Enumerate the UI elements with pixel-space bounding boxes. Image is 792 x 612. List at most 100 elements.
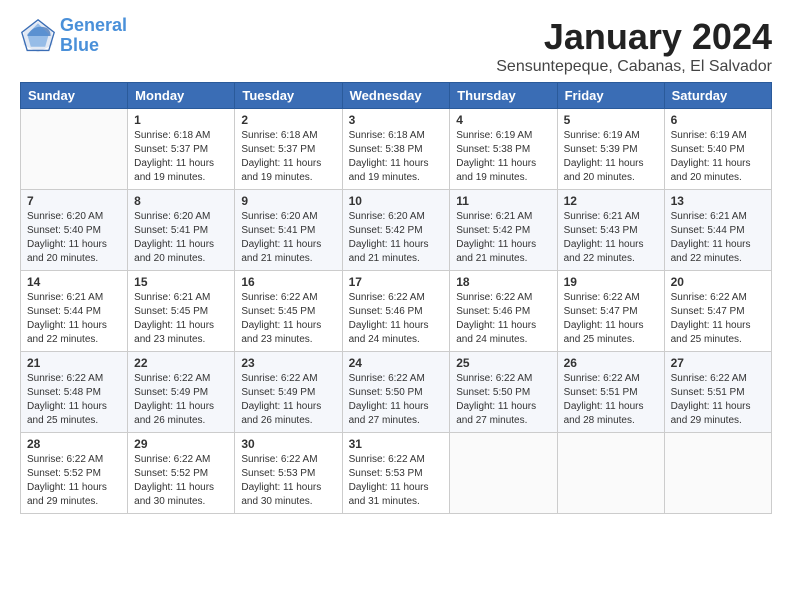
- page-header: General Blue January 2024 Sensuntepeque,…: [20, 16, 772, 76]
- day-number: 25: [456, 356, 550, 370]
- daylight-text: Daylight: 11 hours and 21 minutes.: [456, 239, 536, 264]
- sunrise-text: Sunrise: 6:20 AM: [349, 211, 425, 222]
- day-number: 10: [349, 194, 444, 208]
- daylight-text: Daylight: 11 hours and 27 minutes.: [456, 401, 536, 426]
- sunrise-text: Sunrise: 6:22 AM: [456, 292, 532, 303]
- sunrise-text: Sunrise: 6:21 AM: [456, 211, 532, 222]
- day-number: 7: [27, 194, 121, 208]
- daylight-text: Daylight: 11 hours and 20 minutes.: [671, 158, 751, 183]
- col-monday: Monday: [128, 83, 235, 109]
- sunset-text: Sunset: 5:43 PM: [564, 225, 638, 236]
- calendar-cell: 17 Sunrise: 6:22 AM Sunset: 5:46 PM Dayl…: [342, 271, 450, 352]
- daylight-text: Daylight: 11 hours and 29 minutes.: [671, 401, 751, 426]
- daylight-text: Daylight: 11 hours and 22 minutes.: [671, 239, 751, 264]
- sunrise-text: Sunrise: 6:22 AM: [671, 292, 747, 303]
- day-number: 31: [349, 437, 444, 451]
- sunset-text: Sunset: 5:45 PM: [241, 306, 315, 317]
- sunrise-text: Sunrise: 6:18 AM: [349, 130, 425, 141]
- sunset-text: Sunset: 5:39 PM: [564, 144, 638, 155]
- day-number: 26: [564, 356, 658, 370]
- calendar-cell: 29 Sunrise: 6:22 AM Sunset: 5:52 PM Dayl…: [128, 433, 235, 514]
- calendar-cell: 26 Sunrise: 6:22 AM Sunset: 5:51 PM Dayl…: [557, 352, 664, 433]
- calendar-cell: 6 Sunrise: 6:19 AM Sunset: 5:40 PM Dayli…: [664, 109, 771, 190]
- sunset-text: Sunset: 5:44 PM: [671, 225, 745, 236]
- daylight-text: Daylight: 11 hours and 23 minutes.: [241, 320, 321, 345]
- sunset-text: Sunset: 5:37 PM: [241, 144, 315, 155]
- daylight-text: Daylight: 11 hours and 19 minutes.: [241, 158, 321, 183]
- daylight-text: Daylight: 11 hours and 19 minutes.: [134, 158, 214, 183]
- sunrise-text: Sunrise: 6:22 AM: [671, 373, 747, 384]
- daylight-text: Daylight: 11 hours and 24 minutes.: [456, 320, 536, 345]
- sunrise-text: Sunrise: 6:18 AM: [241, 130, 317, 141]
- day-number: 29: [134, 437, 228, 451]
- daylight-text: Daylight: 11 hours and 23 minutes.: [134, 320, 214, 345]
- day-number: 23: [241, 356, 335, 370]
- daylight-text: Daylight: 11 hours and 27 minutes.: [349, 401, 429, 426]
- sunset-text: Sunset: 5:50 PM: [349, 387, 423, 398]
- sunrise-text: Sunrise: 6:19 AM: [564, 130, 640, 141]
- sunset-text: Sunset: 5:45 PM: [134, 306, 208, 317]
- daylight-text: Daylight: 11 hours and 22 minutes.: [564, 239, 644, 264]
- col-tuesday: Tuesday: [235, 83, 342, 109]
- calendar-cell: 16 Sunrise: 6:22 AM Sunset: 5:45 PM Dayl…: [235, 271, 342, 352]
- sunset-text: Sunset: 5:53 PM: [349, 468, 423, 479]
- calendar-cell: 3 Sunrise: 6:18 AM Sunset: 5:38 PM Dayli…: [342, 109, 450, 190]
- calendar-cell: 14 Sunrise: 6:21 AM Sunset: 5:44 PM Dayl…: [21, 271, 128, 352]
- col-wednesday: Wednesday: [342, 83, 450, 109]
- calendar-cell: 22 Sunrise: 6:22 AM Sunset: 5:49 PM Dayl…: [128, 352, 235, 433]
- month-year-title: January 2024: [496, 16, 772, 58]
- col-sunday: Sunday: [21, 83, 128, 109]
- calendar-cell: 23 Sunrise: 6:22 AM Sunset: 5:49 PM Dayl…: [235, 352, 342, 433]
- calendar-cell: 7 Sunrise: 6:20 AM Sunset: 5:40 PM Dayli…: [21, 190, 128, 271]
- sunrise-text: Sunrise: 6:22 AM: [134, 454, 210, 465]
- calendar-cell: 19 Sunrise: 6:22 AM Sunset: 5:47 PM Dayl…: [557, 271, 664, 352]
- day-number: 28: [27, 437, 121, 451]
- daylight-text: Daylight: 11 hours and 31 minutes.: [349, 482, 429, 507]
- day-number: 20: [671, 275, 765, 289]
- sunrise-text: Sunrise: 6:22 AM: [349, 373, 425, 384]
- title-block: January 2024 Sensuntepeque, Cabanas, El …: [496, 16, 772, 76]
- daylight-text: Daylight: 11 hours and 29 minutes.: [27, 482, 107, 507]
- logo: General Blue: [20, 16, 127, 56]
- calendar-cell: 31 Sunrise: 6:22 AM Sunset: 5:53 PM Dayl…: [342, 433, 450, 514]
- calendar-cell: 20 Sunrise: 6:22 AM Sunset: 5:47 PM Dayl…: [664, 271, 771, 352]
- sunrise-text: Sunrise: 6:20 AM: [241, 211, 317, 222]
- daylight-text: Daylight: 11 hours and 24 minutes.: [349, 320, 429, 345]
- daylight-text: Daylight: 11 hours and 26 minutes.: [241, 401, 321, 426]
- sunrise-text: Sunrise: 6:22 AM: [241, 454, 317, 465]
- calendar-cell: 12 Sunrise: 6:21 AM Sunset: 5:43 PM Dayl…: [557, 190, 664, 271]
- sunset-text: Sunset: 5:46 PM: [349, 306, 423, 317]
- sunrise-text: Sunrise: 6:21 AM: [27, 292, 103, 303]
- calendar-cell: 11 Sunrise: 6:21 AM Sunset: 5:42 PM Dayl…: [450, 190, 557, 271]
- sunrise-text: Sunrise: 6:21 AM: [564, 211, 640, 222]
- calendar-cell: 21 Sunrise: 6:22 AM Sunset: 5:48 PM Dayl…: [21, 352, 128, 433]
- sunrise-text: Sunrise: 6:22 AM: [564, 292, 640, 303]
- day-number: 14: [27, 275, 121, 289]
- sunset-text: Sunset: 5:37 PM: [134, 144, 208, 155]
- day-number: 22: [134, 356, 228, 370]
- calendar-cell: 30 Sunrise: 6:22 AM Sunset: 5:53 PM Dayl…: [235, 433, 342, 514]
- logo-text-block: General Blue: [60, 16, 127, 56]
- daylight-text: Daylight: 11 hours and 21 minutes.: [349, 239, 429, 264]
- sunrise-text: Sunrise: 6:22 AM: [241, 373, 317, 384]
- col-saturday: Saturday: [664, 83, 771, 109]
- daylight-text: Daylight: 11 hours and 30 minutes.: [241, 482, 321, 507]
- sunset-text: Sunset: 5:38 PM: [349, 144, 423, 155]
- sunset-text: Sunset: 5:51 PM: [564, 387, 638, 398]
- sunset-text: Sunset: 5:50 PM: [456, 387, 530, 398]
- day-number: 3: [349, 113, 444, 127]
- day-number: 16: [241, 275, 335, 289]
- sunrise-text: Sunrise: 6:22 AM: [241, 292, 317, 303]
- day-number: 19: [564, 275, 658, 289]
- daylight-text: Daylight: 11 hours and 21 minutes.: [241, 239, 321, 264]
- sunrise-text: Sunrise: 6:22 AM: [27, 373, 103, 384]
- sunset-text: Sunset: 5:40 PM: [671, 144, 745, 155]
- calendar-cell: 15 Sunrise: 6:21 AM Sunset: 5:45 PM Dayl…: [128, 271, 235, 352]
- sunset-text: Sunset: 5:51 PM: [671, 387, 745, 398]
- sunset-text: Sunset: 5:41 PM: [134, 225, 208, 236]
- day-number: 1: [134, 113, 228, 127]
- location-subtitle: Sensuntepeque, Cabanas, El Salvador: [496, 58, 772, 76]
- day-number: 5: [564, 113, 658, 127]
- day-number: 27: [671, 356, 765, 370]
- sunset-text: Sunset: 5:53 PM: [241, 468, 315, 479]
